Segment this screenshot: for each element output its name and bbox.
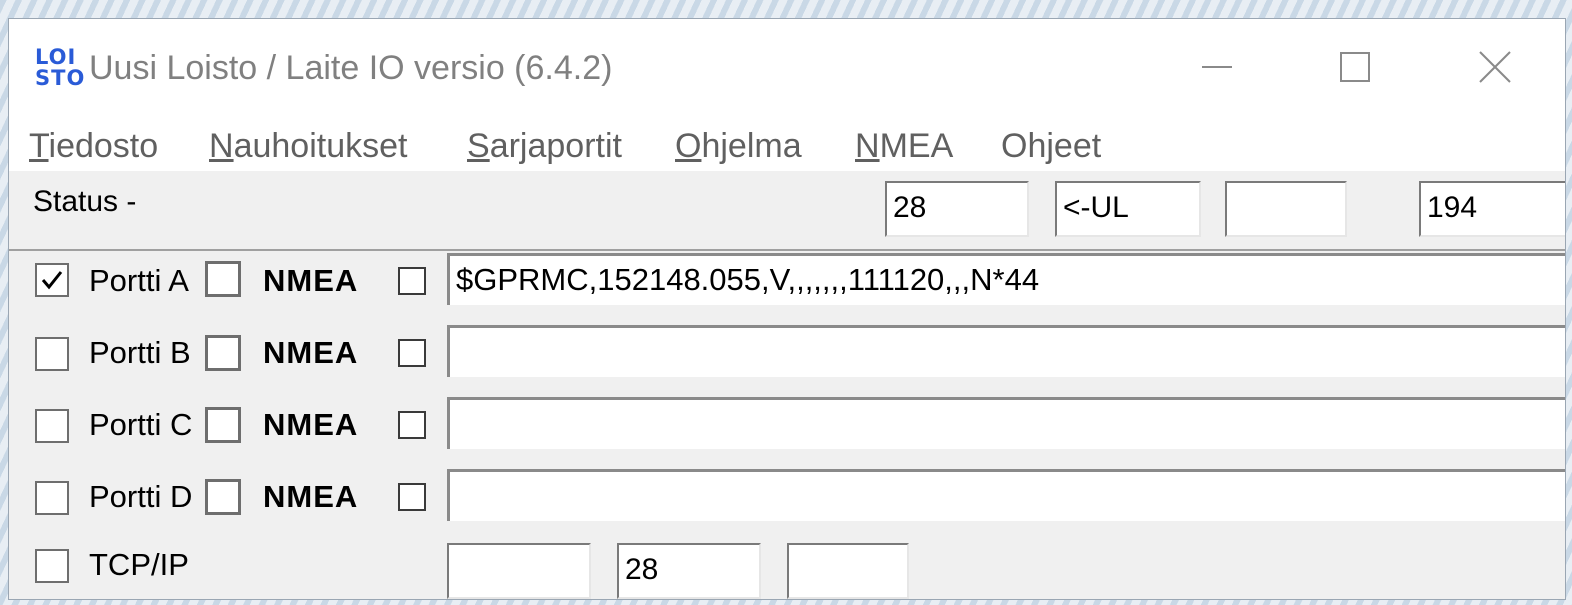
port-c-sentence-field[interactable] <box>447 397 1565 449</box>
menu-bar: Tiedosto Nauhoitukset Sarjaportit Ohjelm… <box>9 119 1565 171</box>
port-a-option-checkbox[interactable] <box>205 261 241 297</box>
port-b-nmea-checkbox[interactable] <box>398 339 426 367</box>
port-row-a: Portti A NMEA $GPRMC,152148.055,V,,,,,,,… <box>9 251 1565 323</box>
port-d-label: Portti D <box>89 479 193 514</box>
title-bar: LOI STO Uusi Loisto / Laite IO versio (6… <box>9 19 1565 119</box>
port-c-option-checkbox[interactable] <box>205 407 241 443</box>
minimize-icon <box>1202 66 1232 68</box>
port-d-option-checkbox[interactable] <box>205 479 241 515</box>
minimize-button[interactable] <box>1177 41 1257 93</box>
tcp-enable-checkbox[interactable] <box>35 549 69 583</box>
status-field-2: <-UL <box>1055 181 1201 237</box>
app-window: LOI STO Uusi Loisto / Laite IO versio (6… <box>8 18 1566 600</box>
maximize-button[interactable] <box>1315 41 1395 93</box>
menu-tiedosto[interactable]: Tiedosto <box>29 127 158 166</box>
tcp-field-2[interactable]: 28 <box>617 543 761 599</box>
port-b-sentence-field[interactable] <box>447 325 1565 377</box>
loisto-logo-icon: LOI STO <box>35 45 86 90</box>
port-c-enable-checkbox[interactable] <box>35 409 69 443</box>
port-a-nmea-checkbox[interactable] <box>398 267 426 295</box>
status-bar: Status - 28 <-UL 194 <box>9 171 1565 251</box>
close-icon <box>1479 51 1511 83</box>
tcp-row: TCP/IP 28 <box>9 539 1565 599</box>
status-label: Status - <box>33 185 137 218</box>
port-a-sentence-field[interactable]: $GPRMC,152148.055,V,,,,,,,111120,,,N*44 <box>447 253 1565 305</box>
check-mark-icon <box>41 271 63 290</box>
menu-nmea[interactable]: NMEA <box>855 127 953 166</box>
port-d-enable-checkbox[interactable] <box>35 481 69 515</box>
port-b-nmea-label: NMEA <box>263 335 359 370</box>
status-field-4: 194 <box>1419 181 1565 237</box>
port-d-nmea-checkbox[interactable] <box>398 483 426 511</box>
port-c-nmea-checkbox[interactable] <box>398 411 426 439</box>
tcp-field-1[interactable] <box>447 543 591 599</box>
port-a-label: Portti A <box>89 263 189 298</box>
close-button[interactable] <box>1455 41 1535 93</box>
tcp-label: TCP/IP <box>89 547 189 582</box>
status-field-1: 28 <box>885 181 1029 237</box>
menu-ohjelma[interactable]: Ohjelma <box>675 127 802 166</box>
port-b-option-checkbox[interactable] <box>205 335 241 371</box>
port-b-enable-checkbox[interactable] <box>35 337 69 371</box>
tcp-field-3[interactable] <box>787 543 909 599</box>
window-title: Uusi Loisto / Laite IO versio (6.4.2) <box>89 49 613 87</box>
port-d-sentence-field[interactable] <box>447 469 1565 521</box>
status-field-3 <box>1225 181 1347 237</box>
port-row-d: Portti D NMEA <box>9 469 1565 543</box>
port-d-nmea-label: NMEA <box>263 479 359 514</box>
port-c-nmea-label: NMEA <box>263 407 359 442</box>
port-b-label: Portti B <box>89 335 191 370</box>
port-a-nmea-label: NMEA <box>263 263 359 298</box>
port-a-enable-checkbox[interactable] <box>35 263 69 297</box>
port-c-label: Portti C <box>89 407 193 442</box>
port-row-b: Portti B NMEA <box>9 325 1565 397</box>
port-row-c: Portti C NMEA <box>9 397 1565 471</box>
maximize-icon <box>1340 52 1370 82</box>
menu-sarjaportit[interactable]: Sarjaportit <box>467 127 622 166</box>
menu-nauhoitukset[interactable]: Nauhoitukset <box>209 127 407 166</box>
menu-ohjeet[interactable]: Ohjeet <box>1001 127 1101 166</box>
